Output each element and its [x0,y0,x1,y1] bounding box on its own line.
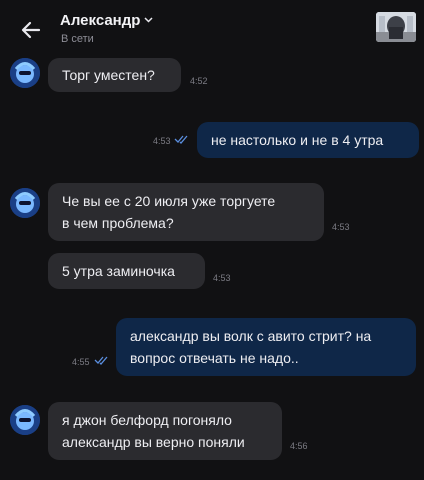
message-bubble-incoming[interactable]: я джон белфорд погоняло александр вы вер… [48,402,282,460]
message-text-line: в чем проблема? [62,215,174,231]
message-text: 5 утра заминочка [62,263,175,279]
message-bubble-outgoing[interactable]: не настолько и не в 4 утра [197,122,419,158]
listing-photo-icon [376,12,416,42]
message-time: 4:52 [190,76,208,86]
message-time: 4:56 [290,441,308,451]
online-status: В сети [61,33,94,45]
message-text-line: александр вы волк с авито стрит? на [130,328,372,344]
chevron-down-icon [144,17,153,23]
message-time: 4:53 [213,273,231,283]
contact-avatar[interactable] [10,58,40,88]
message-bubble-incoming[interactable]: 5 утра заминочка [48,253,205,289]
message-time: 4:55 [72,357,90,367]
contact-avatar[interactable] [10,188,40,218]
contact-name-button[interactable]: Александр [60,12,153,29]
contact-name: Александр [60,12,141,29]
message-text: не настолько и не в 4 утра [211,132,384,148]
avatar-icon [10,188,40,218]
read-checkmarks-icon [174,135,188,144]
listing-thumbnail[interactable] [376,12,416,42]
message-time: 4:53 [153,136,171,146]
message-text-line: Че вы ее с 20 июля уже торгуете [62,193,276,209]
chat-header: Александр В сети [0,0,424,50]
message-text-line: вопрос отвечать не надо.. [130,350,299,366]
back-arrow-icon[interactable] [18,17,44,43]
message-bubble-outgoing[interactable]: александр вы волк с авито стрит? на вопр… [116,318,416,376]
message-text-line: александр вы верно поняли [62,434,245,450]
message-text: Торг уместен? [62,67,155,83]
message-bubble-incoming[interactable]: Торг уместен? [48,58,181,92]
avatar-icon [10,58,40,88]
message-bubble-incoming[interactable]: Че вы ее с 20 июля уже торгуете в чем пр… [48,183,324,241]
read-checkmarks-icon [94,356,108,365]
message-text-line: я джон белфорд погоняло [62,412,232,428]
avatar-icon [10,405,40,435]
contact-avatar[interactable] [10,405,40,435]
message-time: 4:53 [332,222,350,232]
